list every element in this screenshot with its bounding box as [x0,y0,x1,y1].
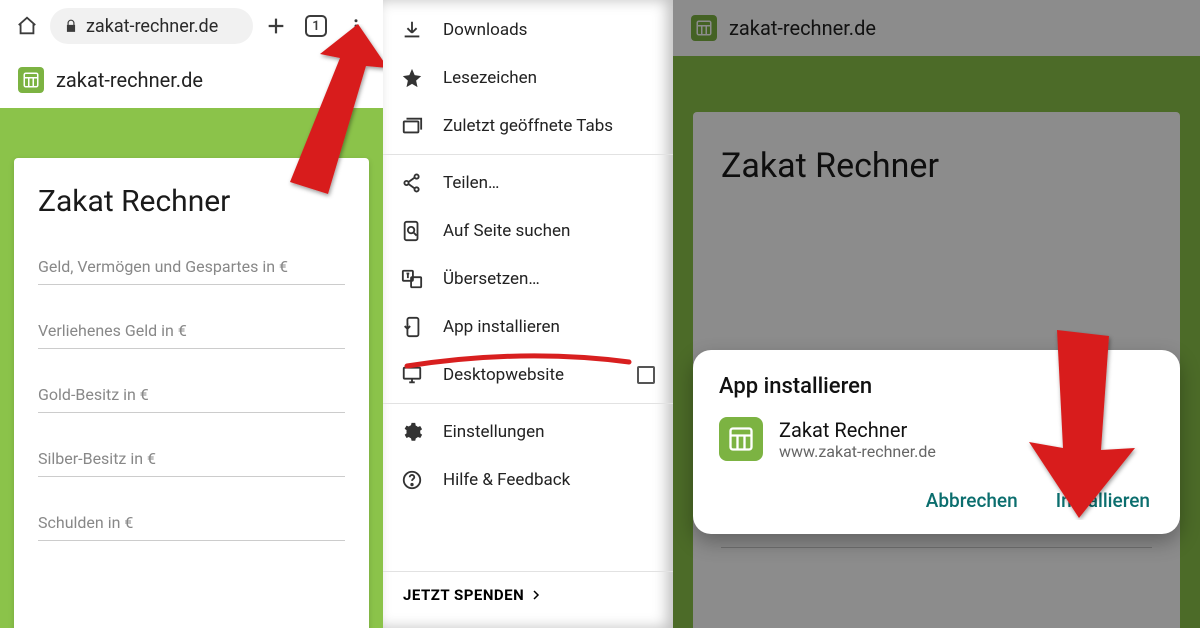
menu-item-label: Auf Seite suchen [443,221,570,241]
input-lent[interactable] [38,313,345,349]
menu-install-app[interactable]: App installieren [383,303,673,351]
app-logo-icon [719,417,763,461]
menu-item-label: Hilfe & Feedback [443,470,570,490]
app-logo-icon [18,67,44,93]
find-icon [401,220,423,242]
download-icon [401,19,423,41]
menu-item-label: App installieren [443,317,560,337]
new-tab-icon[interactable] [259,9,293,43]
chevron-right-icon [530,589,542,601]
browser-toolbar: zakat-rechner.de 1 [0,0,383,52]
input-gold[interactable] [38,377,345,413]
tab-switch-button[interactable]: 1 [299,9,333,43]
share-icon [401,172,423,194]
menu-item-label: Downloads [443,20,527,40]
desktop-site-checkbox[interactable] [637,366,655,384]
translate-icon [401,268,423,290]
install-app-icon [401,316,423,338]
dialog-app-url: www.zakat-rechner.de [779,442,936,461]
donate-button[interactable]: JETZT SPENDEN [383,571,673,618]
install-dialog: App installieren Zakat Rechner www.zakat… [693,350,1180,534]
cancel-button[interactable]: Abbrechen [922,483,1022,518]
tabs-icon [401,115,423,137]
menu-item-label: Einstellungen [443,422,545,442]
input-money[interactable] [38,249,345,285]
calculator-card: Zakat Rechner [14,158,369,628]
page-body: Zakat Rechner [0,108,383,628]
menu-share[interactable]: Teilen… [383,159,673,207]
chrome-menu: Downloads Lesezeichen Zuletzt geöffnete … [383,0,673,628]
site-header: zakat-rechner.de [0,52,383,108]
input-debts[interactable] [38,505,345,541]
menu-help[interactable]: Hilfe & Feedback [383,456,673,504]
menu-item-label: Zuletzt geöffnete Tabs [443,116,613,136]
panel-step3: zakat-rechner.de Zakat Rechner App insta… [673,0,1200,628]
site-title: zakat-rechner.de [56,68,203,92]
overflow-menu-icon[interactable] [339,9,373,43]
install-button[interactable]: Installieren [1052,483,1154,518]
menu-divider [383,154,673,155]
menu-find[interactable]: Auf Seite suchen [383,207,673,255]
star-icon [401,67,423,89]
gear-icon [401,421,423,443]
desktop-icon [401,364,423,386]
menu-item-label: Übersetzen… [443,269,540,289]
menu-divider [383,403,673,404]
tab-count: 1 [305,15,327,37]
page-title: Zakat Rechner [38,184,345,219]
menu-settings[interactable]: Einstellungen [383,408,673,456]
panel-step1: zakat-rechner.de 1 zakat-rechner.de Zaka… [0,0,383,628]
menu-item-label: Teilen… [443,173,499,193]
dialog-title: App installieren [719,374,1154,399]
help-icon [401,469,423,491]
home-icon[interactable] [10,9,44,43]
address-bar[interactable]: zakat-rechner.de [50,8,253,44]
donate-label: JETZT SPENDEN [403,586,524,604]
menu-recent-tabs[interactable]: Zuletzt geöffnete Tabs [383,102,673,150]
menu-downloads[interactable]: Downloads [383,6,673,54]
lock-icon [64,19,78,33]
menu-item-label: Desktopwebsite [443,365,617,385]
menu-translate[interactable]: Übersetzen… [383,255,673,303]
menu-desktop-site[interactable]: Desktopwebsite [383,351,673,399]
panel-step2: Downloads Lesezeichen Zuletzt geöffnete … [383,0,673,628]
menu-item-label: Lesezeichen [443,68,537,88]
dialog-app-name: Zakat Rechner [779,418,936,442]
url-text: zakat-rechner.de [86,16,218,37]
input-silver[interactable] [38,441,345,477]
menu-bookmarks[interactable]: Lesezeichen [383,54,673,102]
